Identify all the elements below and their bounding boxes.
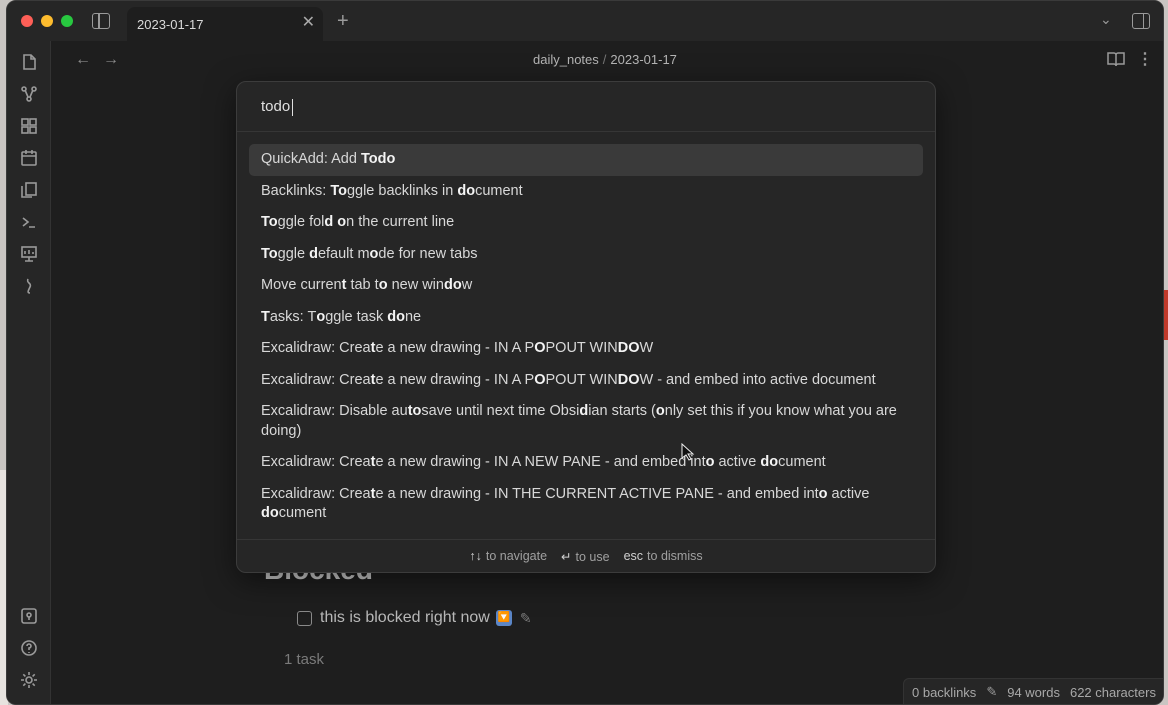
priority-badge: 🔽: [495, 610, 512, 626]
suggestion-list: QuickAdd: Add Todo Backlinks: Toggle back…: [249, 144, 923, 530]
right-sidebar-toggle-icon[interactable]: [1132, 13, 1150, 29]
excalidraw-icon[interactable]: [20, 277, 38, 295]
word-count: 94 words: [1007, 684, 1060, 700]
command-suggestion[interactable]: Backlinks: Toggle backlinks in document: [249, 176, 923, 208]
footer-hint-label: to use: [575, 549, 610, 564]
book-open-icon[interactable]: [1107, 51, 1125, 72]
footer-hint-label: to dismiss: [647, 549, 703, 563]
tab-title: 2023-01-17: [137, 17, 204, 32]
command-search-input[interactable]: [237, 82, 935, 132]
task-checkbox[interactable]: [297, 610, 312, 626]
task-item: this is blocked right now 🔽 ✎: [297, 609, 532, 627]
footer-hint: ↑↓ to navigate: [469, 549, 547, 563]
app-window: 2023-01-17 ✕ + ⌄ ← → daily_notes/2023-01…: [6, 0, 1164, 705]
tab-close-icon[interactable]: ✕: [302, 15, 315, 31]
footer-hint: esc to dismiss: [624, 549, 703, 563]
breadcrumb: daily_notes/2023-01-17: [533, 52, 677, 67]
more-options-icon[interactable]: ⋮: [1137, 49, 1153, 69]
command-palette: QuickAdd: Add TodoBacklinks: Toggle back…: [236, 81, 936, 573]
minimize-window-button[interactable]: [41, 15, 53, 27]
slides-icon[interactable]: [20, 245, 38, 263]
calendar-icon[interactable]: [20, 149, 38, 167]
backlinks-count[interactable]: 0 backlinks: [912, 685, 976, 700]
arrow-right-icon[interactable]: →: [103, 51, 119, 69]
canvas-icon[interactable]: [20, 117, 38, 135]
command-suggestion[interactable]: Excalidraw: Create a new drawing - IN TH…: [249, 479, 923, 530]
left-sidebar-toggle-icon[interactable]: [92, 13, 110, 29]
breadcrumb-separator: /: [602, 52, 607, 67]
task-text: this is blocked right now: [320, 609, 490, 626]
copy-icon[interactable]: [20, 181, 38, 199]
text-caret: [292, 99, 293, 116]
footer-hint-key: ↑↓: [469, 549, 482, 563]
footer-hint: ↵ to use: [561, 549, 610, 564]
footer-hint-key: esc: [623, 549, 644, 563]
pencil-icon[interactable]: ✎: [986, 684, 997, 700]
command-suggestion[interactable]: Tasks: Toggle task done: [249, 302, 923, 334]
command-suggestion[interactable]: Move current tab to new window: [249, 270, 923, 302]
pencil-icon[interactable]: ✎: [520, 610, 532, 627]
character-count: 622 characters: [1069, 684, 1156, 700]
vault-switcher-icon[interactable]: [20, 607, 38, 625]
zoom-window-button[interactable]: [61, 15, 73, 27]
settings-gear-icon[interactable]: [20, 671, 38, 689]
terminal-icon[interactable]: [20, 213, 38, 231]
status-bar: 0 backlinks ✎ 94 words 622 characters: [903, 678, 1163, 704]
close-window-button[interactable]: [21, 15, 33, 27]
graph-view-icon[interactable]: [20, 85, 38, 103]
command-suggestion[interactable]: Excalidraw: Create a new drawing - IN A …: [249, 333, 923, 365]
command-suggestion[interactable]: Excalidraw: Disable autosave until next …: [249, 396, 923, 447]
breadcrumb-folder[interactable]: daily_notes: [533, 52, 599, 67]
arrow-left-icon[interactable]: ←: [75, 51, 91, 69]
breadcrumb-note[interactable]: 2023-01-17: [610, 52, 677, 67]
task-count: 1 task: [284, 651, 325, 668]
command-suggestion[interactable]: Toggle fold on the current line: [249, 207, 923, 239]
command-suggestion[interactable]: Excalidraw: Create a new drawing - IN A …: [249, 365, 923, 397]
palette-footer: ↑↓ to navigate ↵ to use esc to dismiss: [237, 539, 935, 572]
title-bar: 2023-01-17 ✕ + ⌄: [7, 1, 1163, 41]
new-tab-icon[interactable]: +: [337, 10, 349, 33]
open-file-icon[interactable]: [20, 53, 38, 71]
tab-active[interactable]: 2023-01-17 ✕: [127, 7, 323, 41]
chevron-down-icon[interactable]: ⌄: [1100, 11, 1112, 28]
help-icon[interactable]: [20, 639, 38, 657]
command-suggestion[interactable]: QuickAdd: Add Todo: [249, 144, 923, 176]
footer-hint-label: to navigate: [485, 549, 548, 563]
ribbon: [7, 41, 51, 704]
command-suggestion[interactable]: Excalidraw: Create a new drawing - IN A …: [249, 447, 923, 479]
footer-hint-key: ↵: [561, 549, 572, 564]
command-suggestion[interactable]: Toggle default mode for new tabs: [249, 239, 923, 271]
